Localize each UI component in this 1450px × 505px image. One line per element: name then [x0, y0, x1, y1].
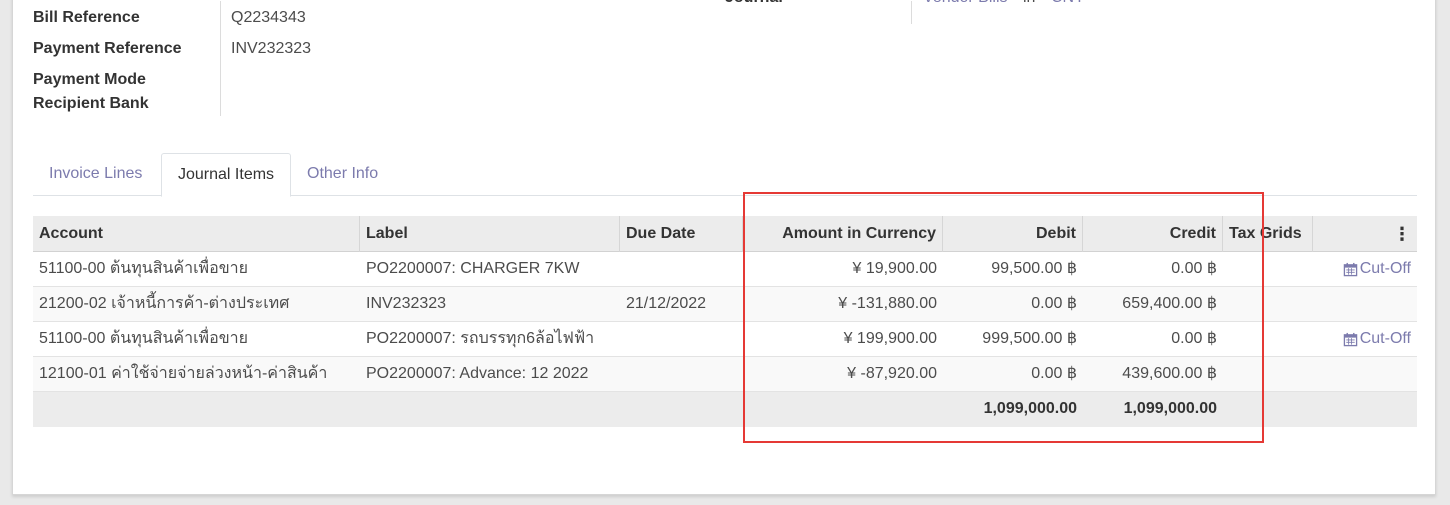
field-separator: [220, 1, 221, 116]
optional-columns-toggle[interactable]: ⋮: [1313, 216, 1417, 252]
journal-separator: [911, 1, 912, 24]
form-sheet: Bill Reference Q2234343 Payment Referenc…: [12, 0, 1436, 495]
cell-amount-currency: ¥ -131,880.00: [838, 295, 937, 312]
cell-due-date: [620, 357, 743, 391]
cell-label: PO2200007: CHARGER 7KW: [366, 260, 580, 277]
cell-credit: 659,400.00 ฿: [1122, 295, 1217, 312]
column-header-due-date[interactable]: Due Date: [620, 216, 743, 252]
column-header-amount-currency[interactable]: Amount in Currency: [743, 216, 943, 252]
tab-invoice-lines[interactable]: Invoice Lines: [33, 153, 158, 196]
table-row[interactable]: 12100-01 ค่าใช้จ่ายจ่ายล่วงหน้า-ค่าสินค้…: [33, 357, 1417, 392]
cell-account: 12100-01 ค่าใช้จ่ายจ่ายล่วงหน้า-ค่าสินค้…: [39, 365, 328, 382]
calendar-icon: [1343, 262, 1357, 276]
calendar-icon: [1343, 332, 1357, 346]
cell-debit: 0.00 ฿: [1031, 365, 1077, 382]
table-footer-totals: 1,099,000.00 1,099,000.00: [33, 392, 1417, 427]
payment-mode-label: Payment Mode: [33, 71, 146, 88]
column-header-debit[interactable]: Debit: [943, 216, 1083, 252]
cut-off-button[interactable]: Cut-Off: [1313, 322, 1417, 356]
cell-debit: 999,500.00 ฿: [982, 330, 1077, 347]
tab-journal-items[interactable]: Journal Items: [161, 153, 292, 197]
table-row[interactable]: 21200-02 เจ้าหนี้การค้า-ต่างประเทศ INV23…: [33, 287, 1417, 322]
cell-credit: 0.00 ฿: [1171, 260, 1217, 277]
cell-debit: 0.00 ฿: [1031, 295, 1077, 312]
table-row[interactable]: 51100-00 ต้นทุนสินค้าเพื่อขาย PO2200007:…: [33, 322, 1417, 357]
total-credit: 1,099,000.00: [1123, 400, 1217, 417]
cell-account: 51100-00 ต้นทุนสินค้าเพื่อขาย: [39, 260, 248, 277]
cut-off-label: Cut-Off: [1359, 330, 1411, 347]
cell-account: 21200-02 เจ้าหนี้การค้า-ต่างประเทศ: [39, 295, 290, 312]
column-header-account[interactable]: Account: [33, 216, 360, 252]
cell-due-date: [620, 322, 743, 356]
bill-reference-label: Bill Reference: [33, 9, 140, 26]
cell-due-date: [620, 252, 743, 286]
cell-amount-currency: ¥ -87,920.00: [847, 365, 937, 382]
table-row[interactable]: 51100-00 ต้นทุนสินค้าเพื่อขาย PO2200007:…: [33, 252, 1417, 287]
cell-label: PO2200007: รถบรรทุก6ล้อไฟฟ้า: [366, 330, 595, 347]
cell-amount-currency: ¥ 19,900.00: [852, 260, 937, 277]
cell-credit: 439,600.00 ฿: [1122, 365, 1217, 382]
column-header-tax-grids[interactable]: Tax Grids: [1223, 216, 1313, 252]
cell-account: 51100-00 ต้นทุนสินค้าเพื่อขาย: [39, 330, 248, 347]
total-debit: 1,099,000.00: [983, 400, 1077, 417]
payment-reference-label: Payment Reference: [33, 40, 182, 57]
cut-off-label: Cut-Off: [1359, 260, 1411, 277]
column-header-credit[interactable]: Credit: [1083, 216, 1223, 252]
tab-other-info[interactable]: Other Info: [291, 153, 394, 196]
cell-debit: 99,500.00 ฿: [991, 260, 1077, 277]
bill-reference-value[interactable]: Q2234343: [231, 8, 306, 28]
cell-due-date: 21/12/2022: [626, 295, 707, 312]
cell-label: PO2200007: Advance: 12 2022: [366, 365, 589, 382]
journal-in-text: in: [1023, 0, 1035, 8]
recipient-bank-label: Recipient Bank: [33, 95, 149, 112]
journal-currency-link[interactable]: CNY: [1051, 0, 1085, 8]
payment-reference-value[interactable]: INV232323: [231, 39, 311, 59]
cell-label: INV232323: [366, 295, 447, 312]
journal-items-table: Account Label Due Date Amount in Currenc…: [33, 216, 1417, 427]
journal-label: Journal: [725, 0, 783, 8]
cut-off-button[interactable]: Cut-Off: [1313, 252, 1417, 286]
cell-amount-currency: ¥ 199,900.00: [843, 330, 937, 347]
cell-credit: 0.00 ฿: [1171, 330, 1217, 347]
table-header: Account Label Due Date Amount in Currenc…: [33, 216, 1417, 252]
notebook-tabs: Invoice Lines Journal Items Other Info: [33, 153, 1417, 197]
column-header-label[interactable]: Label: [360, 216, 620, 252]
journal-link[interactable]: Vendor Bills: [923, 0, 1008, 8]
